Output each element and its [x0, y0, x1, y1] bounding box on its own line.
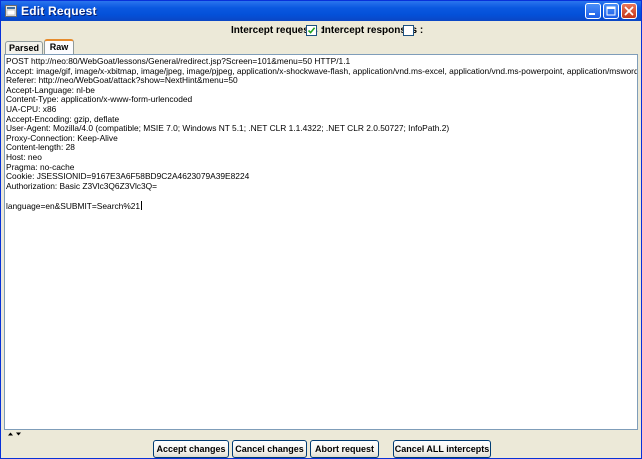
tab-raw[interactable]: Raw — [44, 39, 74, 54]
intercept-options: Intercept requests : Intercept responses… — [1, 21, 641, 39]
request-text[interactable]: POST http://neo:80/WebGoat/lessons/Gener… — [5, 57, 637, 211]
title-bar[interactable]: Edit Request — [1, 1, 641, 21]
checkmark-icon — [307, 27, 316, 34]
action-bar: Accept changes Cancel changes Abort requ… — [1, 439, 641, 458]
maximize-button[interactable] — [603, 3, 619, 19]
minimize-button[interactable] — [585, 3, 601, 19]
tab-strip: Parsed Raw — [1, 39, 641, 54]
header-proxy-connection: Proxy-Connection: Keep-Alive — [6, 133, 118, 143]
header-pragma: Pragma: no-cache — [6, 162, 75, 172]
intercept-responses-checkbox[interactable] — [403, 25, 414, 36]
header-referer: Referer: http://neo/WebGoat/attack?show=… — [6, 76, 238, 86]
cancel-changes-button[interactable]: Cancel changes — [232, 440, 307, 458]
minimize-icon — [589, 13, 595, 15]
header-accept-encoding: Accept-Encoding: gzip, deflate — [6, 114, 120, 124]
request-body: language=en&SUBMIT=Search%21 — [5, 200, 637, 211]
request-body-text: language=en&SUBMIT=Search%21 — [6, 200, 141, 211]
edit-request-window: Edit Request Intercept requests : Interc… — [0, 0, 642, 459]
intercept-requests-checkbox[interactable] — [306, 25, 317, 36]
tab-parsed[interactable]: Parsed — [5, 41, 43, 54]
header-host: Host: neo — [6, 152, 42, 162]
header-accept: Accept: image/gif, image/x-xbitmap, imag… — [6, 66, 637, 76]
close-button[interactable] — [621, 3, 637, 19]
accept-changes-button[interactable]: Accept changes — [153, 440, 229, 458]
close-icon — [624, 6, 634, 16]
request-line: POST http://neo:80/WebGoat/lessons/Gener… — [6, 57, 351, 66]
splitter-arrows-icon[interactable] — [6, 431, 26, 437]
splitter[interactable] — [4, 431, 638, 437]
cancel-all-intercepts-button[interactable]: Cancel ALL intercepts — [393, 440, 491, 458]
maximize-icon — [606, 6, 616, 16]
window-title: Edit Request — [21, 4, 97, 18]
text-caret — [141, 200, 143, 210]
header-authorization: Authorization: Basic Z3Vlc3Q6Z3Vlc3Q= — [6, 181, 158, 191]
header-ua-cpu: UA-CPU: x86 — [6, 104, 57, 114]
abort-request-button[interactable]: Abort request — [310, 440, 379, 458]
header-user-agent: User-Agent: Mozilla/4.0 (compatible; MSI… — [6, 124, 450, 134]
header-accept-language: Accept-Language: nl-be — [6, 85, 95, 95]
header-cookie: Cookie: JSESSIONID=9167E3A6F58BD9C2A4623… — [6, 172, 250, 182]
edit-request-window-icon — [5, 5, 17, 17]
header-content-length: Content-length: 28 — [6, 143, 75, 153]
raw-request-editor[interactable]: POST http://neo:80/WebGoat/lessons/Gener… — [4, 54, 638, 430]
header-content-type: Content-Type: application/x-www-form-url… — [6, 95, 193, 105]
